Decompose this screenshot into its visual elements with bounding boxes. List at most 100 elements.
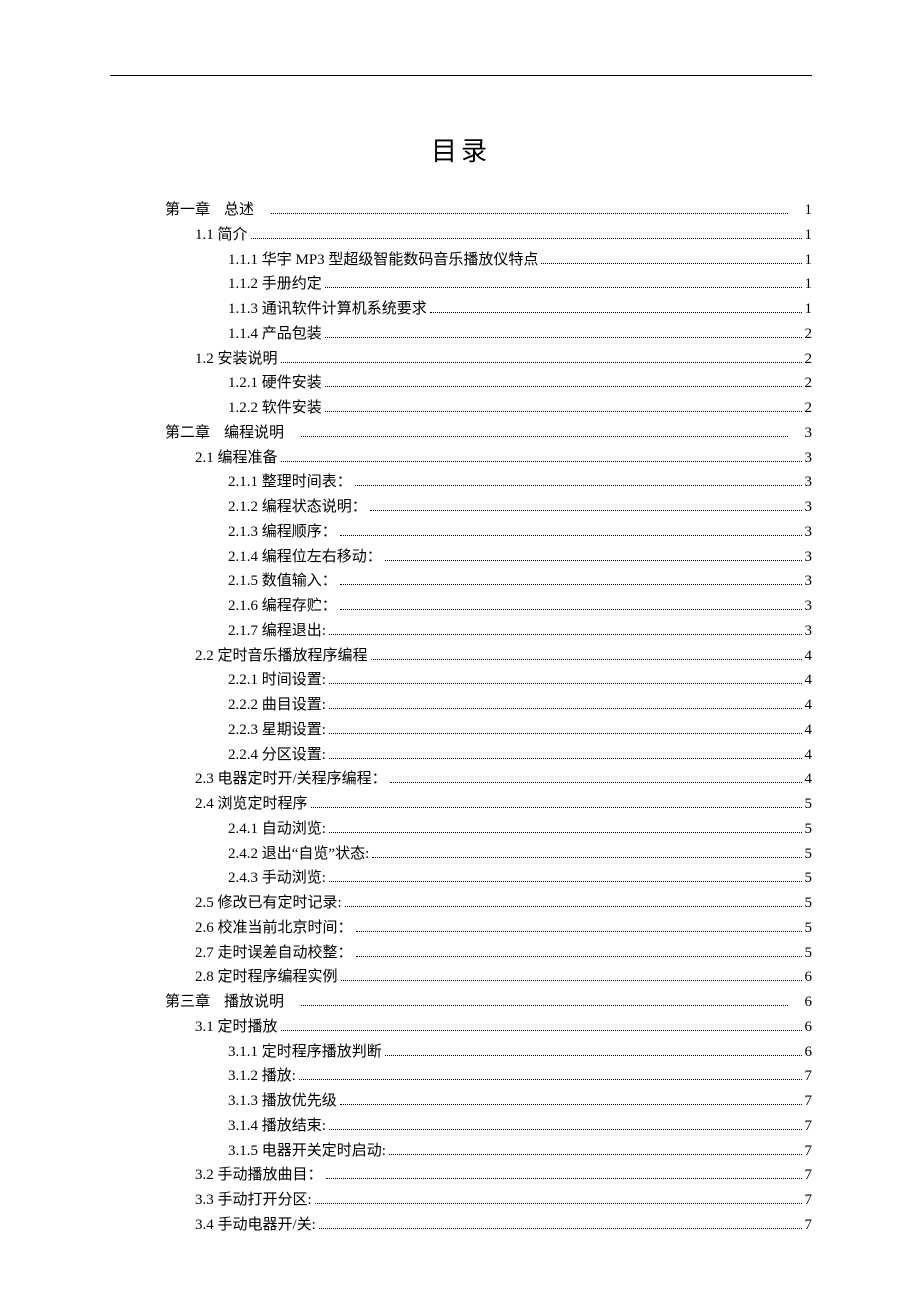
toc-leader (370, 510, 802, 511)
toc-entry-title: 手动电器开/关: (218, 1217, 316, 1233)
toc-leader (372, 857, 801, 858)
toc-entry: 2.2.2 曲目设置:4 (228, 693, 812, 718)
toc-entry: 2.4.2 退出“自览”状态: 5 (228, 842, 812, 867)
toc-entry-title: 修改已有定时记录: (218, 895, 342, 911)
toc-entry: 2.1.5 数值输入：3 (228, 569, 812, 594)
toc-entry-label: 3.1.4 播放结束: (228, 1114, 326, 1139)
toc-entry: 2.2.3 星期设置:4 (228, 718, 812, 743)
toc-entry-title: 软件安装 (262, 400, 322, 416)
toc-entry-page: 7 (805, 1163, 813, 1188)
toc-entry-title: 产品包装 (262, 326, 322, 342)
toc-entry-label: 1.1.3 通讯软件计算机系统要求 (228, 297, 427, 322)
toc-entry-label: 2.2.2 曲目设置: (228, 693, 326, 718)
toc-leader (385, 560, 802, 561)
toc-entry-title: 编程状态说明： (262, 499, 367, 515)
toc-entry: 1.2 安装说明2 (195, 347, 812, 372)
toc-entry-number: 2.1 (195, 450, 214, 466)
toc-leader (356, 956, 802, 957)
toc-entry-page: 3 (805, 495, 813, 520)
toc-entry-page: 1 (805, 223, 813, 248)
toc-leader (430, 312, 802, 313)
toc-entry-title: 整理时间表： (262, 474, 352, 490)
toc-entry: 2.3 电器定时开/关程序编程：4 (195, 767, 812, 792)
toc-entry-title: 播放: (262, 1068, 296, 1084)
toc-entry-label: 1.1.1 华宇 MP3 型超级智能数码音乐播放仪特点 (228, 248, 538, 273)
toc-entry-label: 3.1.2 播放: (228, 1064, 296, 1089)
toc-entry-number: 2.1.6 (228, 598, 258, 614)
toc-entry: 2.4.1 自动浏览: 5 (228, 817, 812, 842)
toc-entry: 1.1.2 手册约定1 (228, 272, 812, 297)
toc-entry: 2.2.4 分区设置:4 (228, 743, 812, 768)
toc-entry-title: 手动浏览: (262, 870, 326, 886)
toc-entry-page: 2 (805, 396, 813, 421)
toc-entry-number: 2.2.3 (228, 722, 258, 738)
page-top-rule (110, 75, 812, 76)
toc-entry: 1.2.1 硬件安装 2 (228, 371, 812, 396)
toc-entry-label: 2.2.1 时间设置: (228, 668, 326, 693)
toc-leader (329, 1129, 802, 1130)
toc-entry: 2.6 校准当前北京时间：5 (195, 916, 812, 941)
toc-entry-page: 4 (805, 718, 813, 743)
toc-entry-number: 1.2.2 (228, 400, 258, 416)
toc-leader (325, 287, 802, 288)
toc-leader (329, 683, 802, 684)
toc-entry-label: 2.6 校准当前北京时间： (195, 916, 353, 941)
toc-title: 目录 (110, 131, 812, 168)
toc-entry-title: 时间设置: (262, 672, 326, 688)
toc-entry-page: 3 (805, 545, 813, 570)
toc-entry-label: 2.1.3 编程顺序： (228, 520, 337, 545)
toc-entry-title: 分区设置: (262, 747, 326, 763)
toc-entry-number: 1.1.2 (228, 276, 258, 292)
toc-entry-label: 1.2.1 硬件安装 (228, 371, 322, 396)
toc-entry-title: 自动浏览: (262, 821, 326, 837)
toc-entry: 3.4 手动电器开/关:7 (195, 1213, 812, 1238)
toc-entry-number: 2.2.2 (228, 697, 258, 713)
toc-container: 第一章总述 11.1 简介11.1.1 华宇 MP3 型超级智能数码音乐播放仪特点… (110, 198, 812, 1238)
toc-entry-title: 定时程序播放判断 (262, 1044, 382, 1060)
toc-entry-page: 6 (805, 1015, 813, 1040)
toc-entry-page: 3 (805, 619, 813, 644)
toc-entry-number: 2.1.7 (228, 623, 258, 639)
toc-entry-page: 5 (805, 842, 813, 867)
toc-leader (301, 436, 787, 437)
toc-leader (329, 733, 802, 734)
toc-entry-title: 浏览定时程序 (218, 796, 308, 812)
toc-entry-label: 2.4.2 退出“自览”状态: (228, 842, 369, 867)
toc-entry-number: 3.3 (195, 1192, 214, 1208)
toc-entry-label: 2.1.6 编程存贮： (228, 594, 337, 619)
toc-entry: 1.1 简介1 (195, 223, 812, 248)
toc-entry-page: 6 (805, 990, 813, 1015)
toc-entry-label: 2.1.1 整理时间表： (228, 470, 352, 495)
toc-entry-label: 2.1.7 编程退出: (228, 619, 326, 644)
toc-entry-number: 2.3 (195, 771, 214, 787)
toc-entry-title: 手动打开分区: (218, 1192, 312, 1208)
toc-entry: 3.1.1 定时程序播放判断6 (228, 1040, 812, 1065)
toc-entry-number: 2.1.2 (228, 499, 258, 515)
toc-entry-title: 播放优先级 (262, 1093, 337, 1109)
toc-entry-page: 7 (805, 1213, 813, 1238)
toc-entry-page: 5 (805, 817, 813, 842)
toc-entry: 第一章总述 1 (165, 198, 812, 223)
toc-entry-page: 1 (805, 248, 813, 273)
toc-entry-label: 第一章总述 (165, 198, 254, 223)
toc-entry-title: 电器开关定时启动: (262, 1143, 386, 1159)
toc-entry-page: 1 (805, 198, 813, 223)
toc-leader (345, 906, 802, 907)
toc-entry-number: 3.1 (195, 1019, 214, 1035)
toc-entry: 3.1.3 播放优先级7 (228, 1089, 812, 1114)
toc-entry-page: 3 (805, 594, 813, 619)
toc-entry-title: 电器定时开/关程序编程： (218, 771, 387, 787)
toc-entry-page: 3 (805, 421, 813, 446)
toc-entry-label: 3.1.3 播放优先级 (228, 1089, 337, 1114)
toc-entry-page: 3 (805, 470, 813, 495)
toc-leader (319, 1228, 802, 1229)
toc-leader (385, 1055, 802, 1056)
toc-entry-label: 2.1 编程准备 (195, 446, 278, 471)
toc-leader (325, 386, 802, 387)
toc-leader (311, 807, 802, 808)
toc-entry-number: 2.4.1 (228, 821, 258, 837)
toc-entry-page: 4 (805, 668, 813, 693)
toc-entry-title: 编程说明 (224, 421, 284, 446)
toc-entry-page: 2 (805, 371, 813, 396)
toc-entry-label: 3.3 手动打开分区: (195, 1188, 312, 1213)
